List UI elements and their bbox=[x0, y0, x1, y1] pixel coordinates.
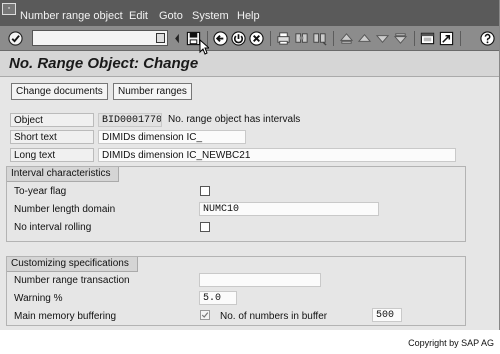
first-page-icon[interactable] bbox=[339, 31, 354, 46]
command-history-icon[interactable] bbox=[156, 33, 165, 43]
create-session-icon[interactable] bbox=[420, 31, 435, 46]
back-icon[interactable] bbox=[213, 31, 228, 46]
menu-help[interactable]: Help bbox=[237, 10, 260, 22]
main-memory-buffering-label: Main memory buffering bbox=[14, 311, 117, 322]
menu-system[interactable]: System bbox=[192, 10, 229, 22]
number-length-domain-field[interactable]: NUMC10 bbox=[199, 202, 379, 216]
command-field-toggle-icon[interactable] bbox=[173, 31, 181, 46]
short-text-label: Short text bbox=[10, 130, 94, 144]
interval-characteristics-title: Interval characteristics bbox=[7, 167, 120, 182]
customizing-specifications-title: Customizing specifications bbox=[7, 257, 138, 272]
menu-number-range-object[interactable]: Number range object bbox=[20, 10, 123, 22]
menu-edit[interactable]: Edit bbox=[129, 10, 148, 22]
no-interval-rolling-label: No interval rolling bbox=[14, 222, 92, 233]
long-text-label: Long text bbox=[10, 148, 94, 162]
menu-bar: ▫ Number range object Edit Goto System H… bbox=[0, 0, 499, 26]
standard-toolbar bbox=[0, 26, 499, 51]
long-text-field[interactable]: DIMIDs dimension IC_NEWBC21 bbox=[98, 148, 456, 162]
checkmark-icon bbox=[201, 312, 209, 318]
object-field: BID0001770 bbox=[98, 113, 162, 127]
shortcut-icon[interactable] bbox=[439, 31, 454, 46]
object-label: Object bbox=[10, 113, 94, 127]
number-range-transaction-label: Number range transaction bbox=[14, 275, 130, 286]
command-field[interactable] bbox=[32, 30, 168, 46]
menu-goto[interactable]: Goto bbox=[159, 10, 183, 22]
numbers-in-buffer-label: No. of numbers in buffer bbox=[220, 311, 328, 322]
to-year-flag-checkbox[interactable] bbox=[200, 186, 210, 196]
object-info-text: No. range object has intervals bbox=[168, 114, 301, 125]
page-title: No. Range Object: Change bbox=[9, 55, 199, 72]
no-interval-rolling-checkbox[interactable] bbox=[200, 222, 210, 232]
help-icon[interactable] bbox=[480, 31, 495, 46]
numbers-in-buffer-field[interactable]: 500 bbox=[372, 308, 402, 322]
previous-page-icon[interactable] bbox=[357, 31, 372, 46]
cancel-icon[interactable] bbox=[249, 31, 264, 46]
copyright-text: Copyright by SAP AG bbox=[408, 338, 494, 348]
customizing-specifications-group: Customizing specifications Number range … bbox=[6, 256, 466, 326]
to-year-flag-label: To-year flag bbox=[14, 186, 67, 197]
exit-icon[interactable] bbox=[231, 31, 246, 46]
mouse-pointer-icon bbox=[199, 39, 209, 55]
number-length-domain-label: Number length domain bbox=[14, 204, 116, 215]
title-bar: No. Range Object: Change bbox=[0, 51, 499, 77]
sap-window: ▫ Number range object Edit Goto System H… bbox=[0, 0, 500, 330]
number-ranges-button[interactable]: Number ranges bbox=[113, 83, 192, 100]
number-range-transaction-field[interactable] bbox=[199, 273, 321, 287]
enter-icon[interactable] bbox=[8, 31, 23, 46]
interval-characteristics-group: Interval characteristics To-year flag Nu… bbox=[6, 166, 466, 242]
warning-percent-label: Warning % bbox=[14, 293, 63, 304]
find-next-icon[interactable] bbox=[312, 31, 327, 46]
short-text-field[interactable]: DIMIDs dimension IC_ bbox=[98, 130, 246, 144]
next-page-icon[interactable] bbox=[375, 31, 390, 46]
warning-percent-field[interactable]: 5.0 bbox=[199, 291, 237, 305]
last-page-icon[interactable] bbox=[393, 31, 408, 46]
main-memory-buffering-checkbox[interactable] bbox=[200, 310, 210, 320]
change-documents-button[interactable]: Change documents bbox=[11, 83, 108, 100]
find-icon[interactable] bbox=[294, 31, 309, 46]
print-icon[interactable] bbox=[276, 31, 291, 46]
sap-window-icon[interactable]: ▫ bbox=[2, 3, 16, 15]
application-toolbar: Change documents Number ranges bbox=[0, 78, 499, 106]
